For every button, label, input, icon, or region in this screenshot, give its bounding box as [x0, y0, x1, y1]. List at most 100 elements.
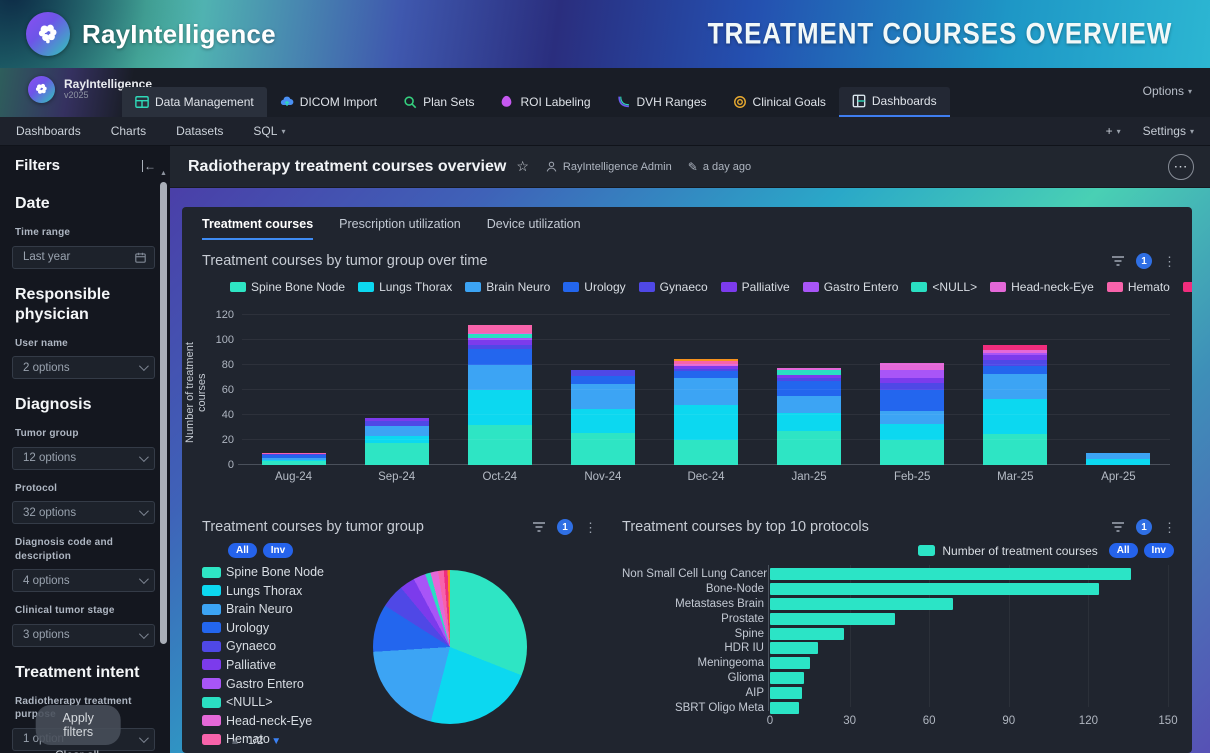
stacked-bar-apr-25[interactable]	[1086, 453, 1150, 466]
chevron-down-icon	[139, 452, 149, 462]
legend-item-lungs-thorax[interactable]: Lungs Thorax	[202, 584, 324, 598]
protocol-bar[interactable]	[770, 568, 1131, 580]
legend-item-spine-bone-node[interactable]: Spine Bone Node	[202, 565, 324, 579]
kebab-menu-icon[interactable]: ⋮	[584, 521, 597, 534]
kebab-menu-icon[interactable]: ⋮	[1163, 255, 1176, 268]
filter-count-badge[interactable]: 1	[1136, 253, 1152, 269]
protocol-bar[interactable]	[770, 642, 818, 654]
legend-item-gastro-entero[interactable]: Gastro Entero	[803, 280, 899, 294]
stacked-bar-mar-25[interactable]	[983, 345, 1047, 465]
protocol-bar[interactable]	[770, 702, 799, 714]
stacked-bar-aug-24[interactable]	[262, 453, 326, 466]
legend-label: Urology	[584, 280, 625, 294]
legend-item-brain-neuro[interactable]: Brain Neuro	[465, 280, 550, 294]
all-button[interactable]: All	[1109, 543, 1138, 558]
subnav-item-charts[interactable]: Charts	[111, 124, 146, 138]
settings-menu[interactable]: Settings▾	[1143, 124, 1194, 138]
protocol-label: Glioma	[622, 672, 770, 684]
protocol-bar[interactable]	[770, 672, 804, 684]
legend-item-urology[interactable]: Urology	[202, 621, 324, 635]
bar-track	[770, 611, 1174, 626]
filter-select-user-name[interactable]: 2 options	[12, 356, 155, 379]
legend-item-lungs-thorax[interactable]: Lungs Thorax	[358, 280, 452, 294]
stacked-bar-dec-24[interactable]	[674, 359, 738, 465]
scrollbar-thumb[interactable]	[160, 182, 167, 644]
legend-item-head-neck-eye[interactable]: Head-neck-Eye	[990, 280, 1094, 294]
tab-device-utilization[interactable]: Device utilization	[487, 217, 581, 240]
legend-item-gynaeco[interactable]: Gynaeco	[202, 639, 324, 653]
favorite-star-icon[interactable]: ☆	[516, 158, 529, 175]
scroll-up-icon[interactable]: ▲	[160, 170, 167, 177]
tab-prescription-utilization[interactable]: Prescription utilization	[339, 217, 461, 240]
legend-item-spine-bone-node[interactable]: Spine Bone Node	[230, 280, 345, 294]
filter-select-diagnosis-code-and-description[interactable]: 4 options	[12, 569, 155, 592]
subnav-item-datasets[interactable]: Datasets	[176, 124, 223, 138]
legend-item-gastro-entero[interactable]: Gastro Entero	[202, 677, 324, 691]
filter-icon[interactable]	[1111, 255, 1125, 267]
protocol-bar[interactable]	[770, 598, 953, 610]
filter-count-badge[interactable]: 1	[1136, 519, 1152, 535]
apply-filters-button[interactable]: Apply filters	[36, 705, 121, 745]
filter-icon[interactable]	[1111, 521, 1125, 533]
inv-button[interactable]: Inv	[263, 543, 293, 558]
more-options-button[interactable]: ⋯	[1168, 154, 1194, 180]
sidebar-scrollbar[interactable]: ▲	[160, 176, 167, 742]
page-indicator: 1/2	[248, 735, 263, 747]
protocol-bar[interactable]	[770, 613, 895, 625]
tumor-group-pie-chart[interactable]	[373, 570, 527, 724]
protocol-bar[interactable]	[770, 583, 1099, 595]
legend-item-breast[interactable]: Breast	[1183, 280, 1192, 294]
legend-item-hemato[interactable]: Hemato	[1107, 280, 1170, 294]
options-menu[interactable]: Options ▾	[1143, 84, 1192, 98]
filter-select-tumor-group[interactable]: 12 options	[12, 447, 155, 470]
filter-count-badge[interactable]: 1	[557, 519, 573, 535]
nav-tab-data-management[interactable]: Data Management	[122, 87, 267, 117]
nav-tab-dvh-ranges[interactable]: DVH Ranges	[604, 87, 720, 117]
nav-tab-clinical-goals[interactable]: Clinical Goals	[720, 87, 839, 117]
protocol-row-non-small-cell-lung-cancer: Non Small Cell Lung Cancer	[622, 567, 1174, 582]
stacked-bar-sep-24[interactable]	[365, 418, 429, 466]
legend-item-palliative[interactable]: Palliative	[202, 658, 324, 672]
stacked-bar-nov-24[interactable]	[571, 370, 635, 465]
legend-item-null[interactable]: <NULL>	[911, 280, 977, 294]
legend-item-palliative[interactable]: Palliative	[721, 280, 790, 294]
filter-select-clinical-tumor-stage[interactable]: 3 options	[12, 624, 155, 647]
legend-item-urology[interactable]: Urology	[563, 280, 625, 294]
tab-treatment-courses[interactable]: Treatment courses	[202, 217, 313, 240]
protocol-bar[interactable]	[770, 687, 802, 699]
chart1-x-labels: Aug-24Sep-24Oct-24Nov-24Dec-24Jan-25Feb-…	[242, 471, 1170, 483]
legend-label: Gynaeco	[226, 639, 276, 653]
legend-item-brain-neuro[interactable]: Brain Neuro	[202, 602, 324, 616]
filters-sidebar: Filters ← DateTime rangeLast yearRespons…	[0, 146, 170, 753]
stacked-bar-oct-24[interactable]	[468, 325, 532, 465]
nav-tab-dicom-import[interactable]: DICOM Import	[267, 87, 390, 117]
subnav-item-dashboards[interactable]: Dashboards	[16, 124, 81, 138]
legend-item-gynaeco[interactable]: Gynaeco	[639, 280, 708, 294]
legend-item-null[interactable]: <NULL>	[202, 695, 324, 709]
collapse-sidebar-icon[interactable]: ←	[142, 160, 156, 172]
legend-swatch	[1183, 282, 1192, 292]
filter-icon[interactable]	[532, 521, 546, 533]
nav-tab-roi-labeling[interactable]: ROI Labeling	[487, 87, 603, 117]
protocol-bar[interactable]	[770, 657, 810, 669]
nav-tab-plan-sets[interactable]: Plan Sets	[390, 87, 487, 117]
protocol-bar[interactable]	[770, 628, 844, 640]
legend-swatch	[230, 282, 246, 292]
page-down-icon[interactable]: ▼	[271, 736, 281, 747]
all-button[interactable]: All	[228, 543, 257, 558]
protocol-bars: Non Small Cell Lung CancerBone-NodeMetas…	[622, 567, 1174, 715]
inv-button[interactable]: Inv	[1144, 543, 1174, 558]
legend-item-head-neck-eye[interactable]: Head-neck-Eye	[202, 714, 324, 728]
clear-all-button[interactable]: Clear all	[0, 748, 154, 753]
add-menu[interactable]: +▾	[1106, 124, 1121, 138]
kebab-menu-icon[interactable]: ⋮	[1163, 521, 1176, 534]
subnav-item-sql[interactable]: SQL▾	[253, 124, 285, 138]
legend-swatch	[202, 659, 221, 670]
filter-select-protocol[interactable]: 32 options	[12, 501, 155, 524]
stacked-bar-jan-25[interactable]	[777, 368, 841, 466]
page-up-icon[interactable]: ▲	[230, 736, 240, 747]
protocol-row-glioma: Glioma	[622, 671, 1174, 686]
nav-tab-dashboards[interactable]: Dashboards	[839, 87, 950, 117]
legend-swatch	[202, 604, 221, 615]
filter-select-time-range[interactable]: Last year	[12, 246, 155, 269]
